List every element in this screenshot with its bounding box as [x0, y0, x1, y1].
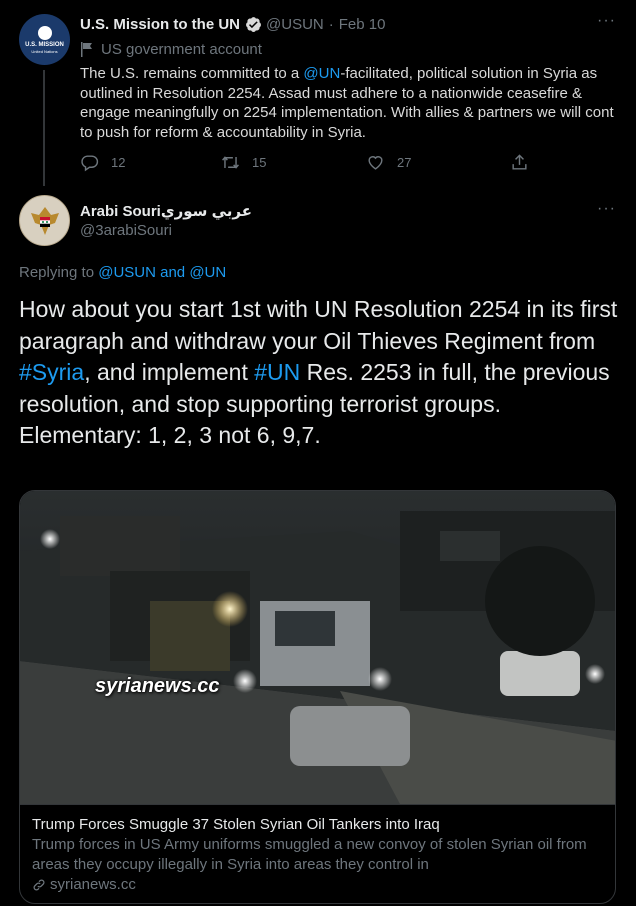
- avatar-arabi-souri[interactable]: [19, 195, 70, 246]
- retweet-icon: [222, 156, 239, 169]
- tweet-usun[interactable]: U.S. MISSION United Nations U.S. Mission…: [0, 0, 636, 186]
- government-account-label: US government account: [80, 41, 262, 58]
- tweet-text: The U.S. remains committed to a @UN-faci…: [80, 64, 620, 142]
- like-button[interactable]: 27: [366, 153, 411, 172]
- retweet-count: 15: [252, 155, 267, 170]
- card-image[interactable]: syrianews.cc: [20, 491, 615, 804]
- replying-to: Replying to @USUN and @UN: [19, 264, 226, 281]
- tweet-text-part: How about you start 1st with UN Resoluti…: [19, 296, 618, 354]
- retweet-button[interactable]: 15: [221, 153, 266, 172]
- tweet-text-part: The U.S. remains committed to a: [80, 65, 304, 82]
- reply-button[interactable]: 12: [80, 153, 125, 172]
- author-handle[interactable]: @USUN: [266, 16, 324, 33]
- author-handle[interactable]: @3arabiSouri: [80, 222, 172, 239]
- hashtag-un[interactable]: #UN: [254, 359, 300, 385]
- mention-usun[interactable]: @USUN: [98, 264, 156, 281]
- seal-icon: [37, 25, 52, 40]
- tweet-date[interactable]: Feb 10: [339, 16, 386, 33]
- more-horizontal-icon[interactable]: ···: [597, 12, 616, 30]
- tweet-text: How about you start 1st with UN Resoluti…: [19, 294, 619, 452]
- share-icon: [512, 154, 527, 170]
- more-horizontal-icon[interactable]: ···: [597, 200, 616, 218]
- avatar-usun[interactable]: U.S. MISSION United Nations: [19, 14, 70, 65]
- tweet-actions: 12 15 27: [80, 153, 530, 175]
- author-name[interactable]: Arabi Souriعربي سوري: [80, 202, 252, 220]
- reply-count: 12: [111, 155, 126, 170]
- tweet-text-part: , and implement: [84, 359, 255, 385]
- card-domain-text: syrianews.cc: [50, 876, 136, 893]
- verified-badge-icon: [246, 16, 261, 32]
- card-description: Trump forces in US Army uniforms smuggle…: [32, 836, 587, 873]
- author-name[interactable]: U.S. Mission to the UN: [80, 16, 240, 33]
- like-count: 27: [397, 155, 412, 170]
- replying-prefix: Replying to: [19, 264, 99, 281]
- separator-dot: ·: [328, 15, 334, 33]
- reply-icon: [81, 155, 99, 172]
- eagle-emblem-icon: [30, 206, 59, 235]
- share-button[interactable]: [510, 153, 541, 172]
- thread-line: [43, 70, 45, 186]
- government-label-text: US government account: [101, 41, 262, 58]
- replying-and: and: [155, 264, 190, 281]
- convoy-night-photo: [20, 491, 615, 804]
- avatar-subtext: United Nations: [31, 48, 58, 54]
- image-watermark: syrianews.cc: [95, 675, 220, 697]
- link-icon: [33, 879, 45, 891]
- mention-un[interactable]: @UN: [303, 65, 340, 82]
- card-title: Trump Forces Smuggle 37 Stolen Syrian Oi…: [32, 816, 440, 833]
- tweet-text-part: Elementary: 1, 2, 3 not 6, 9,7.: [19, 422, 321, 448]
- hashtag-syria[interactable]: #Syria: [19, 359, 84, 385]
- card-body[interactable]: Trump Forces Smuggle 37 Stolen Syrian Oi…: [20, 804, 615, 903]
- tweet-header: U.S. Mission to the UN @USUN · Feb 10: [80, 14, 385, 34]
- avatar-text: U.S. MISSION: [25, 41, 64, 48]
- link-preview-card[interactable]: syrianews.cc Trump Forces Smuggle 37 Sto…: [19, 490, 616, 904]
- flag-icon: [81, 42, 92, 57]
- mention-un[interactable]: @UN: [189, 264, 226, 281]
- card-domain: syrianews.cc: [32, 875, 605, 895]
- like-icon: [368, 156, 383, 170]
